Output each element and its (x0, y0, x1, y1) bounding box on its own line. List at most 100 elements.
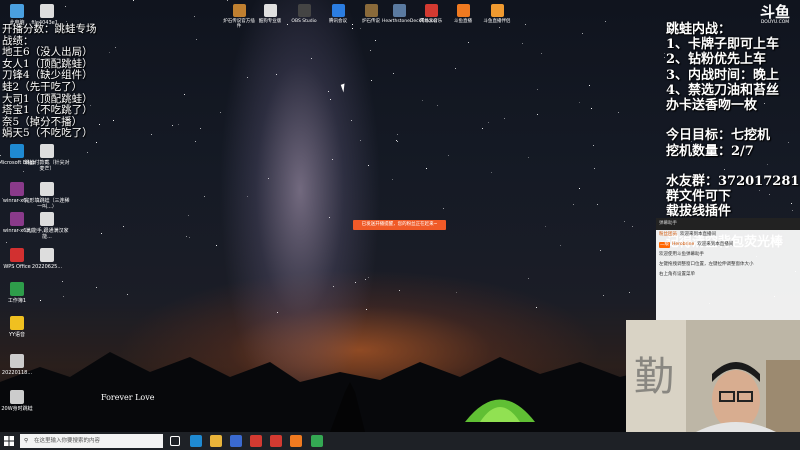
desktop-shortcut[interactable]: YY语音 (0, 316, 40, 338)
star (184, 94, 185, 95)
chat-message: 右上角有设置菜单 (656, 270, 800, 280)
desktop-shortcut[interactable]: 腾讯会议 (321, 4, 355, 24)
app-icon (297, 4, 311, 17)
star (368, 277, 369, 278)
star (605, 21, 606, 22)
star (329, 217, 330, 218)
star (330, 99, 331, 100)
star (133, 0, 134, 1)
file-explorer-icon[interactable] (210, 435, 222, 447)
star (624, 221, 625, 222)
star (96, 142, 97, 143)
rule-line: 3、内战时间：晚上 (666, 67, 780, 83)
star (597, 204, 598, 205)
star (491, 172, 492, 173)
star (277, 312, 278, 313)
star (311, 58, 312, 59)
desktop-shortcut[interactable]: 20220625... (24, 248, 70, 270)
desktop-shortcut[interactable]: 跳蛙付款截（针尖对麦芒） (24, 144, 70, 172)
desktop-shortcut[interactable]: 20W身时跳蛙 (0, 390, 40, 412)
star (127, 294, 128, 295)
star (99, 124, 100, 125)
netease-music-icon[interactable] (250, 435, 262, 447)
desktop-shortcut[interactable]: 满J能手,跟通满汉家能... (24, 212, 70, 240)
star (115, 47, 116, 48)
star (195, 141, 196, 142)
chrome-icon[interactable] (311, 435, 323, 447)
record-line: 娟天5（不吃吃了） (2, 127, 93, 140)
desktop-shortcut[interactable]: 20220118... (0, 354, 40, 376)
taskbar: ⚲ 在这里输入你要搜索的内容 (0, 432, 800, 450)
star (541, 53, 542, 54)
app-icon (10, 4, 24, 18)
star (40, 300, 41, 301)
edge-icon[interactable] (190, 435, 202, 447)
app-icon (424, 4, 438, 17)
app-icon (263, 4, 277, 17)
star (365, 279, 366, 280)
star (600, 250, 601, 251)
logo-subtext: DOUYU.COM (760, 20, 790, 25)
rule-line: 1、卡牌子即可上车 (666, 37, 780, 53)
app-icon (364, 4, 378, 17)
desktop-shortcut[interactable]: 斗鱼直播伴侣 (480, 4, 514, 24)
app-icon (10, 182, 24, 196)
shortcut-label: 腾讯会议 (329, 19, 347, 24)
desktop-shortcut[interactable]: 完形填跳蛙（三连稀一叫...） (24, 182, 70, 210)
app-icon (331, 4, 345, 17)
file-icon (40, 4, 54, 18)
desktop-shortcut[interactable]: 炉石传说官方插件 (222, 4, 256, 29)
desktop-shortcut[interactable]: 工作簿1 (0, 282, 40, 304)
douyu-icon[interactable] (290, 435, 302, 447)
desktop-shortcut[interactable]: HearthstoneDeckTracker (382, 4, 437, 24)
star (560, 245, 561, 246)
star (351, 120, 352, 121)
chat-username[interactable]: Herobrine (672, 242, 694, 247)
star (109, 52, 110, 53)
task-view-icon[interactable] (170, 436, 180, 446)
app-icon (490, 4, 504, 17)
stream-record-overlay: 开播分数：跳蛙专场 战绩： 地王6（没人出局） 女人1（顶配跳蛙） 刀锋4（缺少组件）蛙… (2, 23, 97, 140)
star (113, 120, 114, 121)
star (545, 226, 546, 227)
desktop-shortcut[interactable]: 斗鱼直播 (446, 4, 480, 24)
star (579, 102, 580, 103)
star (443, 208, 444, 209)
svg-text:勤: 勤 (634, 354, 674, 400)
star (582, 33, 583, 34)
chat-text: 欢迎来到本直播间 (697, 242, 734, 247)
star (455, 68, 456, 69)
star (664, 53, 665, 54)
star (594, 168, 595, 169)
netease-music-2-icon[interactable] (270, 435, 282, 447)
rule-line: 办卡送香吻一枚 (666, 98, 758, 114)
live-notification-toast[interactable]: 已发送开播提醒，您的粉丝正在赶来~ (353, 220, 446, 230)
app-icon (392, 4, 406, 17)
chat-header[interactable]: 弹幕助手 (656, 218, 800, 230)
shortcut-label: 工作簿1 (7, 298, 27, 304)
star (468, 42, 469, 43)
star (579, 188, 580, 189)
danmaku-chat-panel[interactable]: 弹幕助手 粉丝团员 欢迎来到本直播间 二级 Herobrine 欢迎来到本直播间 欢迎使用… (656, 218, 800, 320)
star (96, 287, 97, 288)
desktop-shortcut[interactable]: 网易云音乐 (414, 4, 448, 24)
shortcut-label: 斗鱼直播伴侣 (483, 19, 511, 24)
app-icon (456, 4, 470, 17)
star (629, 292, 630, 293)
windows-start-icon[interactable] (4, 436, 14, 446)
rule-line (666, 159, 799, 174)
desktop-shortcut[interactable]: 酷狗专业版 (253, 4, 287, 24)
taskbar-search-input[interactable]: ⚲ 在这里输入你要搜索的内容 (20, 434, 163, 448)
star (422, 100, 423, 101)
chat-username[interactable]: 粉丝团员 (659, 232, 677, 237)
star (287, 24, 288, 25)
shortcut-label: 跳蛙付款截（针尖对麦芒） (24, 160, 70, 172)
desktop-shortcut[interactable]: OBS Studio (287, 4, 321, 24)
star (268, 178, 269, 179)
star (276, 74, 277, 75)
store-icon[interactable] (230, 435, 242, 447)
app-icon (10, 212, 24, 226)
chat-message: 欢迎使用斗鱼弹幕助手 (656, 250, 800, 260)
star (247, 77, 248, 78)
app-icon (40, 212, 54, 226)
